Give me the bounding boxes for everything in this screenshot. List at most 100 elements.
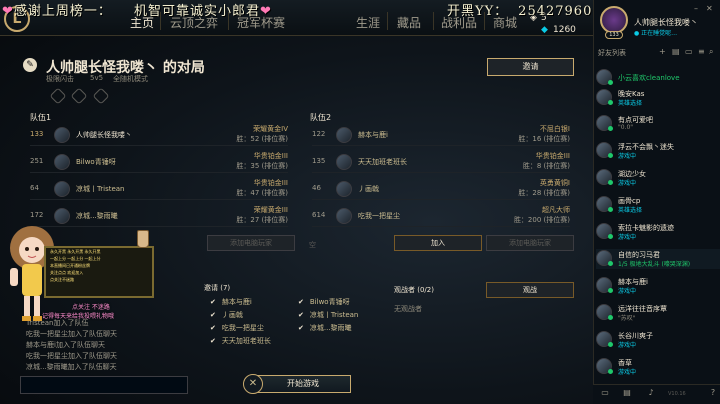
add-bot-team2-button[interactable]: 添加电脑玩家 xyxy=(486,235,574,251)
player-tier: 荣耀黄金IV xyxy=(253,125,288,133)
team1-slot[interactable]: 64 凉城丨Tristean 华贵铂金III 胜：47 (排位赛) xyxy=(30,178,288,200)
sign-text: 点关注不迷路 xyxy=(50,277,74,282)
invite-name: 凉城丨Tristean xyxy=(309,311,359,319)
chat-input[interactable] xyxy=(20,376,188,394)
start-game-button[interactable]: 开始游戏 xyxy=(255,375,351,393)
player-name[interactable]: 吃我一把星尘 xyxy=(358,211,400,221)
friend-entry[interactable]: 晚安Kas 英雄选择 xyxy=(596,88,720,108)
friend-entry[interactable]: 长谷川爽子 游戏中 xyxy=(596,330,720,350)
search-icon[interactable]: ⌕ xyxy=(709,47,713,57)
my-avatar[interactable] xyxy=(600,6,628,34)
friend-status: "0.0" xyxy=(618,124,634,131)
friend-entry[interactable]: 赫本与鹿i 游戏中 xyxy=(596,276,720,296)
friend-entry[interactable]: 湖边少女 游戏中 xyxy=(596,168,720,188)
team1-slot[interactable]: 133 人帅腿长怪我喽丶 荣耀黄金IV 胜：52 (排位赛) xyxy=(30,124,288,146)
sort-icon[interactable]: ≡ xyxy=(698,47,705,56)
friend-status: 游戏中 xyxy=(618,342,637,349)
join-team2-button[interactable]: 加入 xyxy=(394,235,482,251)
check-icon: ✔ xyxy=(210,311,216,319)
minimize-icon[interactable]: – xyxy=(694,4,698,13)
invite-list: 邀请 (7) ✔ 赫本与鹿i ✔ 丿画戟 ✔ 吃我一把星尘 ✔ 天天加班老班长 ✔ Bil… xyxy=(204,283,380,358)
be-icon: ◆ xyxy=(541,25,548,35)
online-dot xyxy=(608,234,613,239)
team1-slot[interactable]: 251 Bilwo青锤呀 华贵铂金III 胜：35 (排位赛) xyxy=(30,151,288,173)
check-icon: ✔ xyxy=(210,337,216,345)
invite-name: 丿画戟 xyxy=(221,311,243,319)
friend-entry[interactable]: 有点可爱吧 "0.0" xyxy=(596,114,720,134)
help-icon[interactable]: ? xyxy=(706,388,720,400)
invite-entry: ✔ 天天加班老班长 xyxy=(210,336,271,346)
invite-button[interactable]: 邀请 xyxy=(487,58,574,76)
client-version: V10.16 xyxy=(668,391,686,397)
chat-message: 赫本与鹿i加入了队伍聊天 xyxy=(26,341,105,349)
leave-lobby-button[interactable]: ✕ xyxy=(243,374,263,394)
friend-status: 游戏中 xyxy=(618,180,637,187)
friend-name: 小云喜欢cleanlove xyxy=(618,74,680,82)
check-icon: ✔ xyxy=(210,298,216,306)
mission-icon[interactable]: ▤ xyxy=(620,388,634,400)
player-name[interactable]: 凉城...黎雨曦 xyxy=(76,211,118,221)
mutator-icon[interactable] xyxy=(70,87,88,105)
check-icon: ✔ xyxy=(210,324,216,332)
friend-status: 游戏中 xyxy=(618,234,637,241)
avatar xyxy=(54,181,70,197)
folder-icon[interactable]: ▭ xyxy=(685,47,693,56)
add-group-icon[interactable]: ▤ xyxy=(672,47,680,56)
invite-name: 吃我一把星尘 xyxy=(221,324,264,332)
spectate-button[interactable]: 观战 xyxy=(486,282,574,298)
close-icon[interactable]: ✕ xyxy=(706,4,713,13)
chat-message: 吃我一把星尘加入了队伍聊天 xyxy=(26,352,117,360)
voice-icon[interactable]: ♪ xyxy=(644,388,658,400)
online-dot xyxy=(608,80,613,85)
player-name[interactable]: Bilwo青锤呀 xyxy=(76,157,116,167)
mutator-icon[interactable] xyxy=(49,87,67,105)
my-status[interactable]: ● 正在睡觉呢… xyxy=(634,28,677,37)
friend-entry[interactable]: 画骨cp 英雄选择 xyxy=(596,195,720,215)
player-name[interactable]: 凉城丨Tristean xyxy=(76,184,125,194)
lobby-size: 5v5 xyxy=(90,74,104,82)
invite-name: Bilwo青锤呀 xyxy=(309,298,350,306)
online-dot xyxy=(608,315,613,320)
friend-entry[interactable]: 远洋往往音序覃 "苏叹" xyxy=(596,303,720,323)
overlay-yy-label: 开黑YY： xyxy=(447,4,509,19)
my-status-text: 正在睡觉呢… xyxy=(641,30,678,37)
friend-entry[interactable]: 小云喜欢cleanlove xyxy=(596,68,720,88)
add-friend-icon[interactable]: + xyxy=(659,47,666,56)
player-wins: 胜：8 (排位赛) xyxy=(522,162,570,170)
player-wins: 胜：200 (排位赛) xyxy=(513,216,570,224)
avatar xyxy=(336,154,352,170)
mutator-icon[interactable] xyxy=(92,87,110,105)
my-summoner-name[interactable]: 人帅腿长怪我喽丶 xyxy=(634,17,698,28)
player-tier: 华贵铂金III xyxy=(253,179,288,187)
chat-icon[interactable]: ▭ xyxy=(598,388,612,400)
overlay-follow-text: 点关注 不迷路 xyxy=(72,304,110,311)
friend-entry[interactable]: 香草 游戏中 xyxy=(596,357,720,377)
player-name[interactable]: 天天加班老班长 xyxy=(358,157,407,167)
team2-slot[interactable]: 135 天天加班老班长 华贵铂金III 胜：8 (排位赛) xyxy=(312,151,570,173)
team2-slot[interactable]: 46 丿画戟 英勇黄铜I 胜：28 (排位赛) xyxy=(312,178,570,200)
team1-slot[interactable]: 172 凉城...黎雨曦 荣耀黄金III 胜：27 (排位赛) xyxy=(30,205,288,227)
player-name[interactable]: 丿画戟 xyxy=(358,184,379,194)
invite-entry: ✔ Bilwo青锤呀 xyxy=(298,297,350,307)
friend-status: "苏叹" xyxy=(618,315,636,322)
drink-cup-image xyxy=(137,230,149,248)
add-bot-team1-button[interactable]: 添加电脑玩家 xyxy=(207,235,295,251)
invite-entry: ✔ 吃我一把星尘 xyxy=(210,323,264,333)
online-dot xyxy=(608,153,613,158)
friend-entry[interactable]: 索拉卡魅影的遗迹 游戏中 xyxy=(596,222,720,242)
player-level: 251 xyxy=(30,157,44,165)
player-name[interactable]: 人帅腿长怪我喽丶 xyxy=(76,130,132,140)
friend-entry[interactable]: 浮云不会飘丶迷失 游戏中 xyxy=(596,141,720,161)
player-level: 135 xyxy=(312,157,326,165)
team2-slot[interactable]: 122 赫本与鹿i 不屈白银I 胜：16 (排位赛) xyxy=(312,124,570,146)
nav-profile[interactable]: 生涯 xyxy=(356,14,380,31)
friend-entry[interactable]: 自信的习马君 1/5 极地大乱斗 (嚎哭深渊) xyxy=(596,249,720,269)
nav-collection[interactable]: 藏品 xyxy=(397,14,421,31)
invite-list-header: 邀请 (7) xyxy=(204,284,231,292)
player-level: 133 xyxy=(30,130,44,138)
team2-slot[interactable]: 614 吃我一把星尘 超凡大师 胜：200 (排位赛) xyxy=(312,205,570,227)
player-name[interactable]: 赫本与鹿i xyxy=(358,130,388,140)
friend-status: 游戏中 xyxy=(618,288,637,295)
avatar xyxy=(54,127,70,143)
no-spectators-label: 无观战者 xyxy=(394,305,422,313)
